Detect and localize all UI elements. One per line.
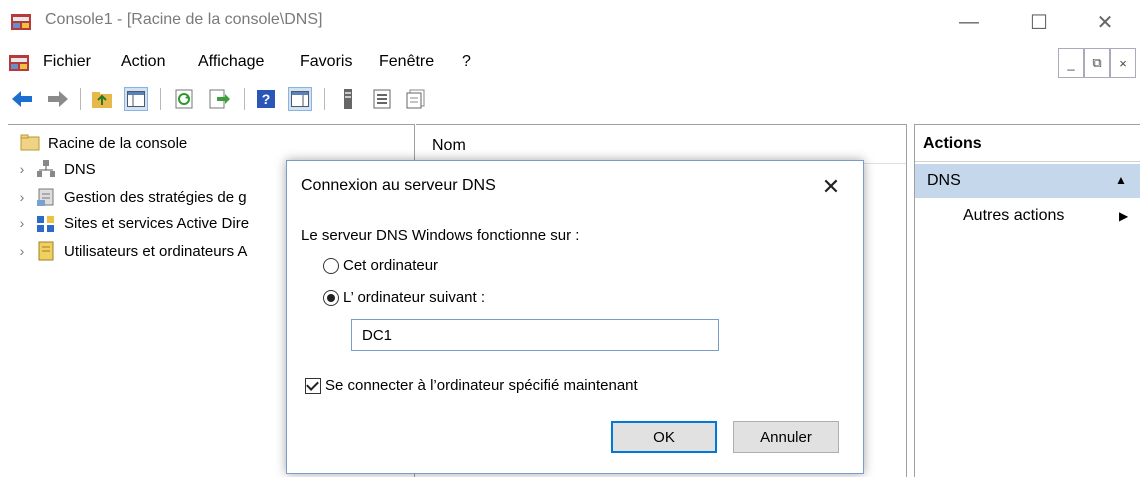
- menu-fichier[interactable]: Fichier: [43, 53, 91, 71]
- chevron-right-icon[interactable]: ›: [14, 161, 30, 177]
- checkbox-label: Se connecter à l’ordinateur spécifié mai…: [325, 377, 638, 394]
- tree-item-sites[interactable]: › Sites et services Active Dire: [14, 211, 249, 235]
- chevron-right-icon[interactable]: ›: [14, 215, 30, 231]
- toolbar-separator: [244, 88, 245, 110]
- tree-item-label: Utilisateurs et ordinateurs A: [64, 242, 248, 260]
- menu-help[interactable]: ?: [462, 53, 471, 71]
- dialog-close-button[interactable]: ✕: [811, 169, 851, 205]
- menu-affichage[interactable]: Affichage: [198, 53, 264, 71]
- ok-button[interactable]: OK: [611, 421, 717, 453]
- connect-now-checkbox-row[interactable]: Se connecter à l’ordinateur spécifié mai…: [305, 377, 638, 394]
- maximize-button[interactable]: ☐: [1016, 0, 1062, 44]
- menu-bar: Fichier Action Affichage Favoris Fenêtre…: [0, 44, 1140, 80]
- refresh-icon[interactable]: [172, 87, 196, 111]
- tree-item-gpo[interactable]: › Gestion des stratégies de g: [14, 185, 247, 209]
- show-hide-tree-icon[interactable]: [124, 87, 148, 111]
- server-name-input[interactable]: [351, 319, 719, 351]
- show-hide-action-pane-icon[interactable]: [288, 87, 312, 111]
- connect-now-checkbox[interactable]: [305, 377, 321, 394]
- actions-pane: Actions DNS ▲ Autres actions ▶: [914, 124, 1140, 477]
- toolbar-separator: [80, 88, 81, 110]
- actions-title: Actions: [923, 135, 982, 152]
- export-list-icon[interactable]: [208, 87, 232, 111]
- cancel-button[interactable]: Annuler: [733, 421, 839, 453]
- list-view-icon[interactable]: [370, 87, 394, 111]
- mmc-app-icon: [11, 14, 31, 30]
- close-button[interactable]: ✕: [1082, 0, 1128, 44]
- actions-header: Actions: [915, 125, 1140, 162]
- actions-section-label: DNS: [927, 172, 961, 189]
- radio-following-computer[interactable]: L’ ordinateur suivant :: [323, 289, 485, 306]
- collapse-triangle-icon[interactable]: ▲: [1115, 173, 1127, 187]
- properties-icon[interactable]: [404, 87, 428, 111]
- menu-fenetre[interactable]: Fenêtre: [379, 53, 434, 71]
- tree-item-label: Gestion des stratégies de g: [64, 188, 247, 206]
- radio-button[interactable]: [323, 257, 339, 274]
- title-bar: Console1 - [Racine de la console\DNS] — …: [0, 0, 1140, 44]
- sites-services-icon: [36, 213, 56, 233]
- group-policy-icon: [36, 187, 56, 207]
- radio-button[interactable]: [323, 289, 339, 306]
- up-folder-icon[interactable]: [90, 87, 114, 111]
- column-name-label[interactable]: Nom: [432, 137, 466, 155]
- toolbar: ?: [0, 82, 1140, 116]
- dialog-title: Connexion au serveur DNS: [301, 177, 496, 194]
- more-actions-link[interactable]: Autres actions: [963, 207, 1064, 225]
- menu-action[interactable]: Action: [121, 53, 165, 71]
- mdi-close-button[interactable]: ×: [1110, 48, 1136, 78]
- submenu-arrow-icon[interactable]: ▶: [1119, 209, 1128, 223]
- mdi-minimize-button[interactable]: _: [1058, 48, 1084, 78]
- tree-item-label: DNS: [64, 160, 96, 178]
- radio-label: Cet ordinateur: [343, 257, 439, 274]
- toolbar-separator: [160, 88, 161, 110]
- mmc-menu-icon[interactable]: [8, 52, 30, 74]
- actions-section-dns[interactable]: DNS ▲: [915, 164, 1140, 198]
- mdi-controls: _ ⧉ ×: [1058, 48, 1140, 80]
- window-title: Console1 - [Racine de la console\DNS]: [45, 11, 323, 28]
- forward-arrow-icon[interactable]: [46, 87, 70, 111]
- tree-item-users[interactable]: › Utilisateurs et ordinateurs A: [14, 239, 247, 263]
- tree-item-dns[interactable]: › DNS: [14, 157, 96, 181]
- server-location-prompt: Le serveur DNS Windows fonctionne sur :: [301, 227, 580, 244]
- folder-icon: [20, 133, 40, 153]
- chevron-right-icon[interactable]: ›: [14, 243, 30, 259]
- column-header[interactable]: Nom: [416, 125, 906, 164]
- ad-users-icon: [36, 241, 56, 261]
- radio-this-computer[interactable]: Cet ordinateur: [323, 257, 438, 274]
- help-icon[interactable]: ?: [254, 87, 278, 111]
- dns-server-icon: [36, 159, 56, 179]
- tree-root-label: Racine de la console: [48, 134, 188, 152]
- chevron-right-icon[interactable]: ›: [14, 189, 30, 205]
- connect-dns-server-dialog: Connexion au serveur DNS ✕ Le serveur DN…: [286, 160, 864, 474]
- minimize-button[interactable]: —: [946, 0, 992, 44]
- mdi-restore-button[interactable]: ⧉: [1084, 48, 1110, 78]
- back-arrow-icon[interactable]: [10, 87, 34, 111]
- server-icon[interactable]: [336, 87, 360, 111]
- radio-label: L’ ordinateur suivant :: [343, 289, 486, 306]
- svg-text:?: ?: [262, 91, 271, 107]
- tree-item-label: Sites et services Active Dire: [64, 214, 250, 232]
- tree-root[interactable]: Racine de la console: [20, 131, 187, 155]
- toolbar-separator: [324, 88, 325, 110]
- menu-favoris[interactable]: Favoris: [300, 53, 352, 71]
